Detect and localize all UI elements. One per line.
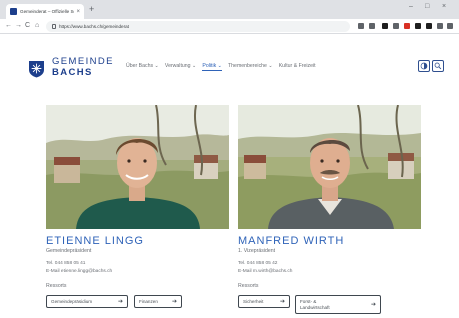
maximize-button[interactable]: □ — [425, 3, 429, 11]
accessibility-button[interactable] — [418, 60, 430, 72]
search-button[interactable] — [432, 60, 444, 72]
main-navigation: Über Bachs ⌄ Verwaltung ⌄ Politik ⌄ Them… — [126, 63, 316, 71]
address-bar-row: ← → C ⌂ https://www.bachs.ch/gemeinderat — [0, 19, 459, 34]
lock-icon — [52, 24, 56, 29]
portrait-photo — [46, 105, 229, 229]
extension-dark-icon[interactable] — [415, 23, 421, 29]
sidebar-icon[interactable] — [437, 23, 443, 29]
nav-item-politik[interactable]: Politik ⌄ — [202, 63, 222, 71]
tab-close-icon[interactable]: × — [76, 9, 80, 15]
responsibility-label: Finanzen — [139, 299, 158, 304]
nav-item-themenbereiche[interactable]: Themenbereiche ⌄ — [228, 63, 273, 71]
minimize-button[interactable]: – — [409, 3, 413, 11]
profile-icon[interactable] — [426, 23, 432, 29]
translate-icon[interactable] — [358, 23, 364, 29]
logo-text-bachs[interactable]: BACHS — [52, 68, 93, 78]
home-button[interactable]: ⌂ — [35, 22, 39, 30]
nav-item-kultur-freizeit[interactable]: Kultur & Freizeit — [279, 63, 316, 71]
nav-item-ueber-bachs[interactable]: Über Bachs ⌄ — [126, 63, 159, 71]
nav-item-verwaltung[interactable]: Verwaltung ⌄ — [165, 63, 196, 71]
back-button[interactable]: ← — [5, 22, 12, 30]
new-tab-button[interactable]: + — [89, 5, 94, 14]
arrow-right-icon: ➔ — [370, 301, 376, 308]
arrow-right-icon: ➔ — [171, 298, 177, 305]
browser-tab[interactable]: Gemeinderat – Offizielle Seite de × — [6, 4, 84, 19]
responsibility-label: Gemeindepräsidium — [51, 299, 93, 304]
extension-red-icon[interactable] — [404, 23, 410, 29]
menu-icon[interactable] — [447, 23, 453, 29]
browser-tab-strip: Gemeinderat – Offizielle Seite de × + – … — [0, 0, 459, 19]
person-role: Gemeindepräsident — [46, 248, 92, 254]
zoom-icon[interactable] — [369, 23, 375, 29]
responsibility-label: Sicherheit — [243, 299, 264, 304]
person-email[interactable]: E-Mail m.wirth@bachs.ch — [238, 269, 292, 274]
favicon-icon — [10, 8, 17, 15]
close-window-button[interactable]: × — [442, 3, 446, 11]
url-bar[interactable]: https://www.bachs.ch/gemeinderat — [46, 21, 350, 32]
forward-button[interactable]: → — [15, 22, 22, 30]
portrait-photo — [238, 105, 421, 229]
person-email[interactable]: E-Mail etienne.lingg@bachs.ch — [46, 269, 112, 274]
person-phone[interactable]: Tel. 044 858 05 42 — [238, 261, 277, 266]
accessibility-icon — [420, 62, 428, 70]
arrow-right-icon: ➔ — [117, 298, 123, 305]
share-icon[interactable] — [393, 23, 399, 29]
responsibilities-title: Ressorts — [238, 283, 259, 289]
url-text: https://www.bachs.ch/gemeinderat — [59, 24, 129, 29]
arrow-right-icon: ➔ — [279, 298, 285, 305]
person-role: 1. Vizepräsident — [238, 248, 276, 254]
responsibility-button-finanzen[interactable]: Finanzen ➔ — [134, 295, 182, 308]
responsibility-button-gemeindepraesidium[interactable]: Gemeindepräsidium ➔ — [46, 295, 128, 308]
tab-title: Gemeinderat – Offizielle Seite de — [20, 9, 74, 14]
reload-button[interactable]: C — [25, 22, 30, 30]
person-name: MANFRED WIRTH — [238, 235, 345, 247]
search-icon — [434, 62, 442, 70]
responsibility-button-forst-landwirtschaft[interactable]: Forst- & Landwirtschaft ➔ — [295, 295, 381, 314]
responsibility-label: Forst- & Landwirtschaft — [300, 298, 330, 310]
extension-icon[interactable] — [382, 23, 388, 29]
responsibilities-title: Ressorts — [46, 283, 67, 289]
person-name: ETIENNE LINGG — [46, 235, 144, 247]
logo-text-gemeinde[interactable]: GEMEINDE — [52, 57, 114, 67]
logo-icon[interactable] — [27, 58, 47, 78]
responsibility-button-sicherheit[interactable]: Sicherheit ➔ — [238, 295, 290, 308]
person-phone[interactable]: Tel. 044 858 05 41 — [46, 261, 85, 266]
